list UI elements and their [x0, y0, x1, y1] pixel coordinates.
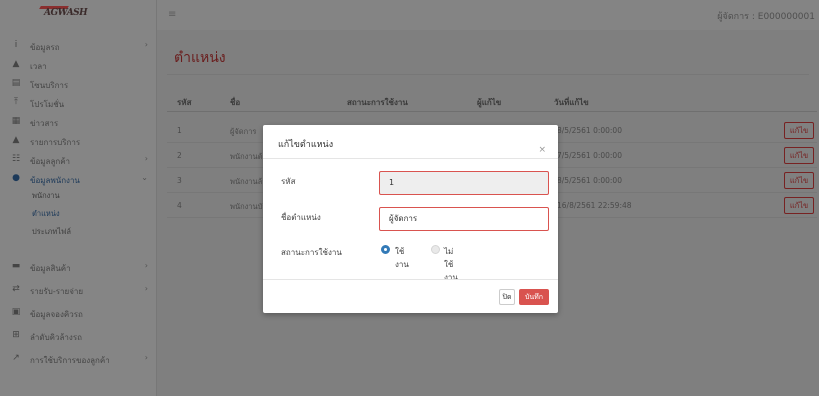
- app-logo[interactable]: AGWASH: [0, 0, 157, 30]
- radio-inactive[interactable]: [431, 245, 440, 254]
- column-header-date[interactable]: วันที่แก้ไข: [554, 96, 589, 109]
- sidebar-item-label: ข้อมูลพนักงาน: [30, 176, 80, 185]
- sidebar-item-label: ข้อมูลจองคิวรถ: [30, 310, 83, 319]
- sidebar-item-label: ข้อมูลรถ: [30, 43, 60, 52]
- id-label: รหัส: [281, 177, 296, 186]
- save-button[interactable]: บันทึก: [519, 289, 549, 305]
- sidebar-item-label: ข้อมูลลูกค้า: [30, 157, 71, 166]
- exchange-icon: ⇄: [12, 284, 20, 294]
- sidebar-subitem-employee[interactable]: พนักงาน: [32, 190, 60, 204]
- sidebar-item-promotion[interactable]: ⤒ โปรโมชั่น: [0, 94, 157, 112]
- sidebar-item-customer-usage[interactable]: ↗ การใช้บริการของลูกค้า ›: [0, 350, 157, 368]
- sidebar-item-label: ข่าวสาร: [30, 119, 59, 128]
- edit-button[interactable]: แก้ไข: [784, 172, 814, 189]
- radio-active-label[interactable]: ใช้งาน: [395, 245, 409, 271]
- cell-name: ผู้จัดการ: [230, 127, 257, 136]
- close-icon[interactable]: ×: [538, 145, 546, 155]
- car-icon: ⊞: [12, 330, 20, 340]
- radio-active[interactable]: [381, 245, 390, 254]
- sidebar-item-employees[interactable]: ● ข้อมูลพนักงาน ⌄: [0, 170, 157, 188]
- position-name-label: ชื่อตำแหน่ง: [281, 213, 321, 222]
- edit-button[interactable]: แก้ไข: [784, 197, 814, 214]
- cell-id: 2: [177, 151, 182, 160]
- divider: [167, 74, 809, 75]
- column-header-id[interactable]: รหัส: [177, 96, 191, 109]
- sidebar-subitem-position[interactable]: ตำแหน่ง: [32, 208, 60, 222]
- status-label: สถานะการใช้งาน: [281, 248, 342, 257]
- position-name-field[interactable]: ผู้จัดการ: [379, 207, 549, 231]
- sidebar-item-customers[interactable]: ☷ ข้อมูลลูกค้า ›: [0, 151, 157, 169]
- users-icon: ☷: [11, 154, 21, 164]
- chevron-right-icon: ›: [144, 40, 148, 49]
- sidebar-item-label: รายรับ-รายจ่าย: [30, 287, 84, 296]
- user-circle-icon: ●: [12, 173, 20, 183]
- cell-id: 1: [177, 126, 182, 135]
- page-title: ตำแหน่ง: [174, 50, 226, 66]
- bank-icon: ▲: [12, 59, 20, 69]
- edit-button[interactable]: แก้ไข: [784, 147, 814, 164]
- sidebar-item-bookings[interactable]: ▣ ข้อมูลจองคิวรถ: [0, 304, 157, 322]
- table-header: รหัส ชื่อ สถานะการใช้งาน ผู้แก้ไข วันที่…: [167, 90, 817, 112]
- chevron-right-icon: ›: [144, 284, 148, 293]
- modal-header: แก้ไขตำแหน่ง ×: [263, 125, 558, 159]
- sidebar-item-wash-queue[interactable]: ⊞ ลำดับคิวล้างรถ: [0, 327, 157, 345]
- bank-icon: ▲: [12, 135, 20, 145]
- chevron-right-icon: ›: [144, 261, 148, 270]
- column-header-editor[interactable]: ผู้แก้ไข: [477, 96, 501, 109]
- sidebar-item-time[interactable]: ▲ เวลา: [0, 56, 157, 74]
- cell-date: 7/5/2561 0:00:00: [557, 151, 622, 160]
- newspaper-icon: ▦: [11, 116, 21, 126]
- top-navbar: AGWASH ≡ ผู้จัดการ : E000000001: [0, 0, 819, 30]
- column-header-status[interactable]: สถานะการใช้งาน: [347, 96, 408, 109]
- chevron-down-icon: ⌄: [141, 173, 148, 182]
- sidebar-item-label: โปรโมชั่น: [30, 100, 65, 109]
- sidebar: i ข้อมูลรถ › ▲ เวลา ▤ โซนบริการ ⤒ โปรโมช…: [0, 30, 157, 396]
- sidebar-item-services[interactable]: ▲ รายการบริการ: [0, 132, 157, 150]
- edit-button[interactable]: แก้ไข: [784, 122, 814, 139]
- sidebar-item-income-expense[interactable]: ⇄ รายรับ-รายจ่าย ›: [0, 281, 157, 299]
- upload-icon: ⤒: [14, 97, 18, 107]
- edit-position-modal: แก้ไขตำแหน่ง × รหัส 1 ชื่อตำแหน่ง ผู้จัด…: [263, 125, 558, 313]
- cell-date: 8/5/2561 0:00:00: [557, 126, 622, 135]
- sidebar-item-news[interactable]: ▦ ข่าวสาร: [0, 113, 157, 131]
- chart-icon: ↗: [12, 353, 20, 363]
- menu-toggle-icon[interactable]: ≡: [168, 9, 176, 20]
- id-field[interactable]: 1: [379, 171, 549, 195]
- sidebar-item-products[interactable]: ▬ ข้อมูลสินค้า ›: [0, 258, 157, 276]
- modal-footer: ปิด บันทึก: [263, 279, 558, 313]
- close-button[interactable]: ปิด: [499, 289, 515, 305]
- sidebar-item-label: ลำดับคิวล้างรถ: [30, 333, 82, 342]
- calendar-icon: ▣: [11, 307, 21, 317]
- current-user-label[interactable]: ผู้จัดการ : E000000001: [717, 9, 815, 23]
- box-icon: ▬: [11, 261, 21, 271]
- cell-id: 3: [177, 176, 182, 185]
- cell-id: 4: [177, 201, 182, 210]
- sidebar-subitem-file-type[interactable]: ประเภทไฟล์: [32, 226, 71, 240]
- cell-date: 16/8/2561 22:59:48: [557, 201, 632, 210]
- cell-date: 8/5/2561 0:00:00: [557, 176, 622, 185]
- sidebar-item-car-info[interactable]: i ข้อมูลรถ ›: [0, 37, 157, 55]
- info-icon: i: [14, 40, 18, 50]
- list-icon: ▤: [11, 78, 21, 88]
- sidebar-item-label: เวลา: [30, 62, 47, 71]
- column-header-name[interactable]: ชื่อ: [230, 96, 240, 109]
- sidebar-item-service-zone[interactable]: ▤ โซนบริการ: [0, 75, 157, 93]
- logo-text: AGWASH: [44, 8, 88, 18]
- sidebar-item-label: การใช้บริการของลูกค้า: [30, 356, 110, 365]
- chevron-right-icon: ›: [144, 154, 148, 163]
- sidebar-item-label: รายการบริการ: [30, 138, 81, 147]
- modal-title: แก้ไขตำแหน่ง: [278, 140, 334, 150]
- chevron-right-icon: ›: [144, 353, 148, 362]
- sidebar-item-label: ข้อมูลสินค้า: [30, 264, 71, 273]
- sidebar-item-label: โซนบริการ: [30, 81, 69, 90]
